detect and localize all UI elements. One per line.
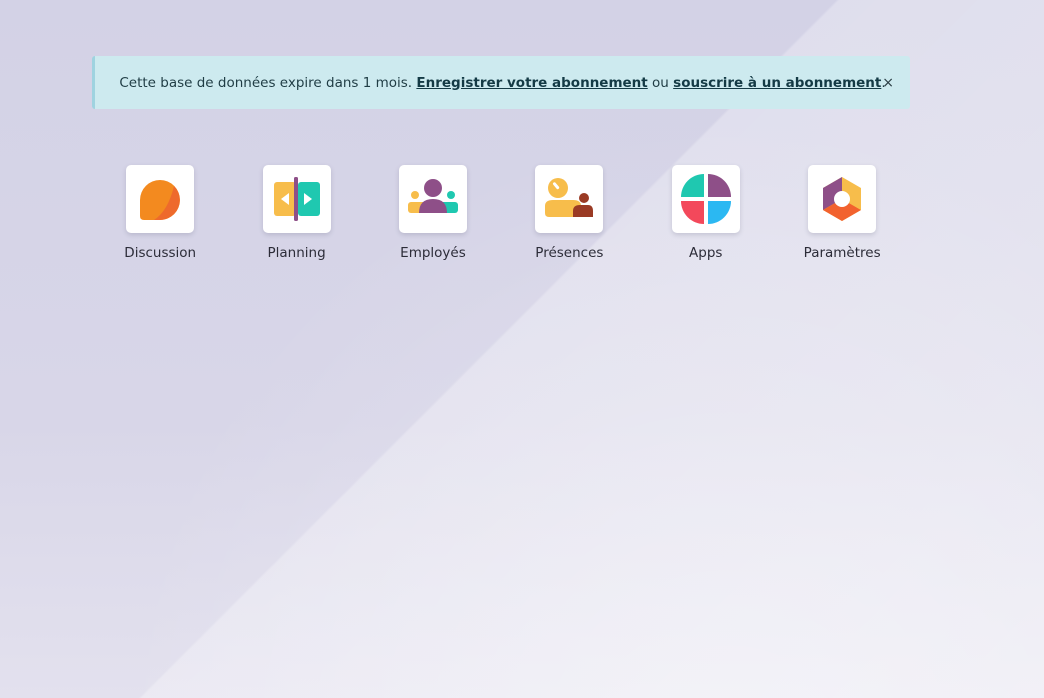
app-label: Planning — [267, 245, 326, 261]
attendances-icon — [545, 178, 594, 217]
app-grid: Discussion Planning Employés Présences A… — [92, 165, 910, 261]
app-settings[interactable]: Paramètres — [774, 165, 910, 261]
app-discussion[interactable]: Discussion — [92, 165, 228, 261]
app-label: Paramètres — [803, 245, 881, 261]
app-tile — [262, 165, 331, 233]
app-label: Employés — [400, 245, 466, 261]
apps-icon — [680, 174, 731, 224]
app-label: Apps — [689, 245, 723, 261]
expiration-banner: Cette base de données expire dans 1 mois… — [92, 56, 910, 109]
app-employees[interactable]: Employés — [365, 165, 501, 261]
register-subscription-link[interactable]: Enregistrer votre abonnement — [416, 75, 647, 91]
settings-icon — [823, 177, 862, 221]
banner-message: Cette base de données expire dans 1 mois… — [119, 74, 886, 91]
app-tile — [808, 165, 877, 233]
app-apps[interactable]: Apps — [638, 165, 774, 261]
subscribe-link[interactable]: souscrire à un abonnement — [673, 75, 881, 91]
planning-icon — [273, 177, 320, 221]
close-banner-button[interactable]: × — [882, 75, 894, 91]
app-tile — [535, 165, 604, 233]
app-label: Discussion — [124, 245, 197, 261]
app-planning[interactable]: Planning — [228, 165, 364, 261]
employees-icon — [407, 179, 458, 213]
app-tile — [126, 165, 195, 233]
app-label: Présences — [535, 245, 604, 261]
discussion-icon — [140, 180, 181, 220]
app-attendances[interactable]: Présences — [501, 165, 637, 261]
app-tile — [398, 165, 467, 233]
app-tile — [671, 165, 740, 233]
